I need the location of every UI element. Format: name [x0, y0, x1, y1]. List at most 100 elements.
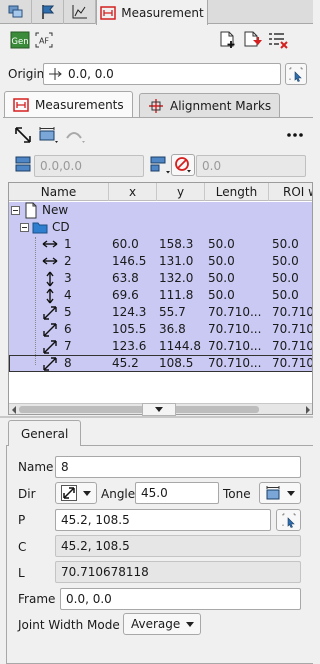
row-roi-cell: 50.0 — [272, 288, 299, 302]
table-header: Name x y Length ROI w — [9, 183, 312, 201]
diagonal-tool-button[interactable] — [13, 126, 33, 144]
add-measurement-button[interactable] — [217, 31, 239, 49]
tab-measurements-label: Measurements — [35, 97, 124, 112]
tree-row-folder[interactable]: CD — [9, 219, 312, 236]
delete-list-icon — [268, 31, 290, 49]
position-input[interactable]: 0.0,0.0 — [34, 155, 144, 177]
row-x-cell: 124.3 — [112, 305, 147, 319]
tab-measurement-label: Measurement — [121, 5, 204, 20]
subtab-divider — [3, 117, 313, 118]
diagonal-dir-icon — [61, 485, 77, 501]
tone-icon — [265, 485, 281, 501]
tab-general[interactable]: General — [8, 420, 82, 446]
pick-origin-button[interactable] — [285, 63, 307, 85]
column-header-name[interactable]: Name — [9, 183, 109, 201]
row-roi-cell: 70.710 — [272, 305, 313, 319]
import-document-icon — [242, 31, 264, 49]
shape-tool-button[interactable] — [64, 126, 88, 144]
delete-all-button[interactable] — [268, 31, 290, 49]
tone-dropdown[interactable] — [259, 482, 301, 504]
table-row[interactable]: 1 60.0 158.3 50.0 50.0 — [9, 236, 312, 253]
collapse-toggle[interactable] — [11, 206, 20, 215]
column-header-x[interactable]: x — [109, 183, 157, 201]
document-icon — [24, 202, 38, 219]
import-button[interactable] — [242, 31, 264, 49]
row-name-cell: 7 — [64, 339, 72, 353]
c-value: 45.2, 108.5 — [61, 539, 130, 553]
row-length-cell: 70.710... — [208, 322, 262, 336]
table-row[interactable]: 5 124.3 55.7 70.710... 70.710 — [9, 304, 313, 321]
p-input[interactable]: 45.2, 108.5 — [55, 509, 271, 531]
row-length-cell: 50.0 — [208, 288, 235, 302]
tab-measurements[interactable]: Measurements — [4, 91, 133, 117]
column-header-length[interactable]: Length — [205, 183, 269, 201]
dir-label: Dir — [18, 487, 36, 501]
table-row[interactable]: 7 123.6 1144.8 70.710... 70.710 — [9, 338, 312, 355]
af-button[interactable]: AF — [34, 31, 54, 49]
tab-chart[interactable] — [64, 0, 96, 24]
tab-layers[interactable] — [0, 0, 32, 24]
no-value-dropdown-button[interactable] — [171, 154, 195, 176]
more-options-button[interactable] — [284, 126, 306, 144]
p-value: 45.2, 108.5 — [61, 513, 130, 527]
box-tool-button[interactable] — [37, 126, 61, 144]
diagonal-measure-icon — [42, 339, 58, 355]
top-tab-bar: Measurement — [0, 0, 313, 25]
stack-layers-button[interactable] — [14, 155, 32, 173]
row-x-cell: 105.5 — [112, 322, 147, 336]
tab-alignment-marks[interactable]: Alignment Marks — [139, 93, 281, 117]
collapse-toggle[interactable] — [20, 223, 29, 232]
tone-label: Tone — [223, 487, 251, 501]
tree-row-root[interactable]: New — [9, 202, 312, 219]
scroll-left-icon[interactable] — [11, 406, 17, 414]
row-x-cell: 123.6 — [112, 339, 147, 353]
scroll-right-icon[interactable] — [305, 406, 311, 414]
c-label: C — [18, 540, 27, 554]
tab-measurement[interactable]: Measurement — [96, 0, 208, 25]
table-row[interactable]: 6 105.5 36.8 70.710... 70.710 — [9, 321, 313, 338]
joint-width-mode-dropdown[interactable]: Average — [123, 613, 201, 635]
row-y-cell: 132.0 — [159, 271, 194, 285]
column-header-y[interactable]: y — [157, 183, 205, 201]
row-x-cell: 146.5 — [112, 254, 147, 268]
row-length-cell: 50.0 — [208, 271, 235, 285]
table-row[interactable]: 4 69.6 111.8 50.0 50.0 — [9, 287, 312, 304]
frame-value: 0.0, 0.0 — [66, 592, 112, 606]
table-row[interactable]: 2 146.5 131.0 50.0 50.0 — [9, 253, 312, 270]
dir-dropdown[interactable] — [55, 482, 97, 504]
svg-text:AF: AF — [39, 37, 49, 46]
value-input[interactable]: 0.0 — [196, 155, 306, 177]
l-label: L — [18, 566, 25, 580]
measurement-table[interactable]: Name x y Length ROI w New CD 1 60.0 158.3 5… — [8, 182, 313, 415]
row-y-cell: 158.3 — [159, 237, 194, 251]
row-length-cell: 70.710... — [208, 339, 262, 353]
root-name: New — [42, 203, 69, 217]
row-x-cell: 69.6 — [112, 288, 139, 302]
align-dropdown-button[interactable] — [149, 155, 173, 175]
tab-flags[interactable] — [32, 0, 64, 24]
gen-button[interactable]: Gen — [10, 31, 30, 49]
more-dots-icon — [286, 132, 304, 138]
chevron-down-icon — [83, 490, 91, 496]
column-header-roi[interactable]: ROI w — [269, 183, 312, 201]
row-y-cell: 55.7 — [159, 305, 186, 319]
splitter[interactable] — [0, 416, 313, 418]
box-measure-icon — [37, 126, 61, 144]
table-row[interactable]: 8 45.2 108.5 70.710... 70.710 — [9, 355, 313, 372]
row-roi-cell: 70.710 — [272, 322, 313, 336]
pick-p-button[interactable] — [276, 509, 301, 531]
collapse-panel-button[interactable] — [142, 403, 176, 416]
row-roi-cell: 70.710 — [272, 356, 313, 370]
row-y-cell: 111.8 — [159, 288, 194, 302]
origin-field[interactable]: 0.0, 0.0 — [43, 63, 281, 85]
name-label: Name — [18, 460, 54, 474]
name-input[interactable]: 8 — [55, 456, 301, 478]
measurement-icon — [100, 5, 117, 20]
row-name-cell: 3 — [64, 271, 72, 285]
angle-input[interactable]: 45.0 — [135, 482, 219, 504]
table-row[interactable]: 3 63.8 132.0 50.0 50.0 — [9, 270, 312, 287]
align-icon — [149, 155, 173, 175]
frame-input[interactable]: 0.0, 0.0 — [60, 588, 301, 610]
diagonal-measure-icon — [42, 322, 58, 338]
scrollbar-thumb[interactable] — [19, 406, 259, 413]
